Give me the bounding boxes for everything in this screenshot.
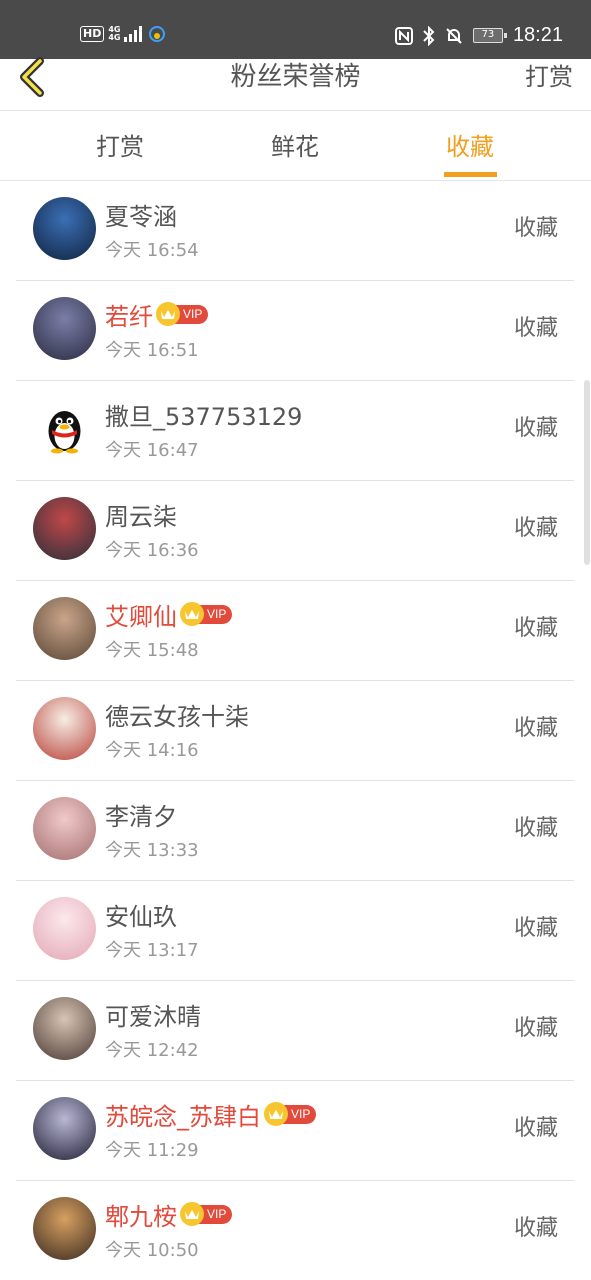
active-tab-indicator (444, 172, 497, 177)
avatar[interactable] (33, 1097, 96, 1160)
mute-bell-icon (446, 27, 462, 44)
network-type-icon: 4G 4G (108, 26, 120, 42)
bluetooth-icon (423, 25, 435, 46)
battery-indicator: 73 (472, 28, 507, 43)
fan-name: 郫九桉 (105, 1202, 177, 1231)
fan-list-item[interactable]: 安仙玖今天 13:17 收藏 (0, 881, 591, 981)
action-label: 收藏 (513, 816, 558, 841)
fan-name: 苏皖念_苏肆白 (105, 1102, 261, 1131)
name-line: 夏苓涵 (105, 197, 177, 231)
fan-name: 撒旦_537753129 (105, 402, 303, 431)
fan-list-item[interactable]: 若纤 VIP 今天 16:51 收藏 (0, 281, 591, 381)
timestamp: 今天 13:33 (105, 840, 199, 861)
tab-reward[interactable]: 打赏 (60, 129, 180, 165)
fan-list-item[interactable]: 可爱沐晴今天 12:42 收藏 (0, 981, 591, 1081)
app-header: 粉丝荣誉榜 打赏 (0, 57, 591, 111)
status-bar: HD 4G 4G 73 18:21 (0, 0, 591, 59)
avatar[interactable] (33, 297, 96, 360)
fan-name: 德云女孩十柒 (105, 702, 249, 731)
timestamp: 今天 16:36 (105, 540, 199, 561)
avatar[interactable] (33, 697, 96, 760)
action-label: 收藏 (513, 516, 558, 541)
tab-bar: 打赏 鲜花 收藏 (0, 111, 591, 181)
fan-list-item[interactable]: 郫九桉 VIP 今天 10:50 收藏 (0, 1181, 591, 1280)
action-label: 收藏 (513, 1216, 558, 1241)
fan-list-item[interactable]: 夏苓涵今天 16:54 收藏 (0, 181, 591, 281)
tab-flowers[interactable]: 鲜花 (235, 129, 355, 165)
fan-name: 李清夕 (105, 802, 177, 831)
avatar[interactable] (33, 997, 96, 1060)
fan-list-item[interactable]: 德云女孩十柒今天 14:16 收藏 (0, 681, 591, 781)
timestamp: 今天 14:16 (105, 740, 199, 761)
fan-name: 夏苓涵 (105, 202, 177, 231)
fan-list-item[interactable]: 周云柒今天 16:36 收藏 (0, 481, 591, 581)
vip-badge: VIP (180, 1202, 233, 1226)
name-line: 若纤 VIP (105, 297, 209, 331)
timestamp: 今天 16:54 (105, 240, 199, 261)
fan-list: 夏苓涵 今天 16:54 收藏 若纤 VIP 今天 16:51 收藏 撒旦_537753129… (0, 181, 591, 1280)
vip-badge: VIP (180, 602, 233, 626)
crown-icon (156, 302, 180, 326)
name-line: 安仙玖 (105, 897, 177, 931)
fan-list-item[interactable]: 李清夕今天 13:33 收藏 (0, 781, 591, 881)
action-label: 收藏 (513, 616, 558, 641)
name-line: 撒旦_537753129 (105, 397, 302, 431)
action-label: 收藏 (513, 1016, 558, 1041)
qq-penguin-icon[interactable] (33, 397, 96, 460)
fan-name: 艾卿仙 (105, 602, 177, 631)
action-label: 收藏 (513, 716, 558, 741)
timestamp: 今天 11:29 (105, 1140, 199, 1161)
action-label: 收藏 (513, 216, 558, 241)
fan-list-item[interactable]: 撒旦_537753129 今天 16:47 收藏 (0, 381, 591, 481)
crown-icon (264, 1102, 288, 1126)
fan-list-item[interactable]: 苏皖念_苏肆白 VIP 今天 11:29 收藏 (0, 1081, 591, 1181)
hd-indicator: HD (80, 26, 105, 42)
timestamp: 今天 13:17 (105, 940, 199, 961)
scrollbar[interactable] (584, 380, 590, 565)
crown-icon (180, 602, 204, 626)
name-line: 李清夕 (105, 797, 177, 831)
status-left: HD 4G 4G (80, 25, 166, 43)
avatar[interactable] (33, 1197, 96, 1260)
reward-button[interactable]: 打赏 (525, 59, 573, 95)
action-label: 收藏 (513, 416, 558, 441)
name-line: 郫九桉 VIP (105, 1197, 233, 1231)
signal-icon (124, 26, 143, 42)
fan-name: 周云柒 (105, 502, 177, 531)
timestamp: 今天 16:47 (105, 440, 199, 461)
avatar[interactable] (33, 897, 96, 960)
page-title: 粉丝荣誉榜 (230, 62, 361, 92)
action-label: 收藏 (513, 316, 558, 341)
avatar[interactable] (33, 497, 96, 560)
vpn-status-icon (149, 26, 166, 42)
avatar[interactable] (33, 597, 96, 660)
name-line: 周云柒 (105, 497, 177, 531)
timestamp: 今天 10:50 (105, 1240, 199, 1261)
fan-name: 若纤 (105, 302, 153, 331)
nfc-icon (394, 26, 413, 45)
crown-icon (180, 1202, 204, 1226)
timestamp: 今天 15:48 (105, 640, 199, 661)
name-line: 可爱沐晴 (105, 997, 201, 1031)
avatar[interactable] (33, 197, 96, 260)
name-line: 苏皖念_苏肆白 VIP (105, 1097, 317, 1131)
name-line: 德云女孩十柒 (105, 697, 249, 731)
action-label: 收藏 (513, 1116, 558, 1141)
name-line: 艾卿仙 VIP (105, 597, 233, 631)
tab-favorites[interactable]: 收藏 (410, 129, 530, 165)
vip-badge: VIP (156, 302, 209, 326)
timestamp: 今天 12:42 (105, 1040, 199, 1061)
vip-badge: VIP (264, 1102, 317, 1126)
avatar[interactable] (33, 797, 96, 860)
fan-name: 安仙玖 (105, 902, 177, 931)
timestamp: 今天 16:51 (105, 340, 199, 361)
action-label: 收藏 (513, 916, 558, 941)
network-type-label-bottom: 4G (108, 33, 121, 42)
status-right: 73 18:21 (394, 24, 563, 47)
fan-name: 可爱沐晴 (105, 1002, 201, 1031)
clock: 18:21 (512, 24, 563, 46)
fan-list-item[interactable]: 艾卿仙 VIP 今天 15:48 收藏 (0, 581, 591, 681)
